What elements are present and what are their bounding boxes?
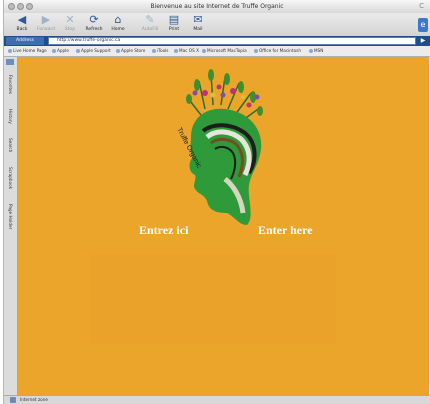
tab-favorites[interactable]: Favorites [5, 69, 16, 99]
favorite-link[interactable]: Live Home Page [8, 48, 47, 54]
tab-scrapbook[interactable]: Scrapbook [5, 161, 16, 195]
favorite-icon [8, 49, 12, 53]
favorite-icon [76, 49, 80, 53]
favorite-icon [309, 49, 313, 53]
favorites-bar: Live Home Page Apple Apple Support Apple… [4, 46, 430, 57]
favorite-icon [116, 49, 120, 53]
tab-search[interactable]: Search [5, 133, 16, 157]
forward-button[interactable]: ▶ Forward [34, 14, 58, 35]
back-label: Back [16, 27, 28, 32]
enter-english-link[interactable]: Enter here [258, 223, 313, 237]
autofill-button[interactable]: ✎ AutoFill [138, 14, 162, 35]
status-bar: Internet zone [4, 395, 430, 404]
autofill-icon: ✎ [145, 13, 155, 26]
favorite-icon [202, 49, 206, 53]
explorer-sidebar: Favorites History Search Scrapbook Page … [4, 57, 18, 396]
content-panel [90, 254, 336, 344]
address-input[interactable]: http://www.truffe-organic.ca [48, 37, 416, 45]
refresh-label: Refresh [85, 27, 103, 32]
favorite-link[interactable]: MSN [309, 48, 323, 54]
refresh-button[interactable]: ⟳ Refresh [82, 14, 106, 35]
refresh-icon: ⟳ [89, 13, 99, 26]
home-label: Home [111, 27, 125, 32]
back-arrow-icon: ◀ [17, 13, 27, 26]
stop-button[interactable]: ✕ Stop [58, 14, 82, 35]
mail-icon: ✉ [193, 13, 203, 26]
favorite-link[interactable]: Apple [52, 48, 69, 54]
favorite-link[interactable]: Mac OS X [174, 48, 199, 54]
favorite-link[interactable]: Apple Support [76, 48, 111, 54]
sidebar-toggle-icon[interactable] [6, 59, 14, 65]
status-text: Internet zone [20, 397, 48, 402]
ie-logo-icon[interactable]: e [418, 18, 428, 32]
forward-label: Forward [36, 27, 56, 32]
address-bar: Address http://www.truffe-organic.ca ▶ [4, 36, 430, 46]
title-bar: Bienvenue au site Internet de Truffe Org… [4, 0, 430, 14]
favorite-link[interactable]: Microsoft MacTopia [202, 48, 247, 54]
favorite-link[interactable]: Office for Macintosh [254, 48, 301, 54]
favorite-icon [174, 49, 178, 53]
browser-window: Bienvenue au site Internet de Truffe Org… [3, 0, 430, 404]
collapse-toolbar-button[interactable]: C [419, 1, 424, 12]
stop-label: Stop [64, 27, 76, 32]
print-label: Print [168, 27, 180, 32]
mail-button[interactable]: ✉ Mail [186, 14, 210, 35]
tab-page-holder[interactable]: Page Holder [5, 199, 16, 235]
stop-icon: ✕ [65, 13, 75, 26]
address-label: Address [6, 37, 44, 45]
page-content: Truffe Organic Entrez ici Enter here [18, 57, 429, 396]
tab-history[interactable]: History [5, 103, 16, 129]
favorite-icon [152, 49, 156, 53]
forward-arrow-icon: ▶ [41, 13, 51, 26]
print-button[interactable]: ▤ Print [162, 14, 186, 35]
favorite-icon [254, 49, 258, 53]
home-icon: ⌂ [114, 13, 122, 26]
home-button[interactable]: ⌂ Home [106, 14, 130, 35]
mail-label: Mail [193, 27, 203, 32]
enter-french-link[interactable]: Entrez ici [139, 223, 188, 237]
favorite-icon [52, 49, 56, 53]
truffe-organic-logo: Truffe Organic [175, 69, 263, 225]
print-icon: ▤ [168, 13, 180, 26]
autofill-label: AutoFill [141, 27, 159, 32]
window-title: Bienvenue au site Internet de Truffe Org… [150, 3, 284, 10]
go-arrow-icon[interactable]: ▶ [418, 37, 428, 45]
favorite-link[interactable]: iTools [152, 48, 168, 54]
back-button[interactable]: ◀ Back [10, 14, 34, 35]
toolbar: ◀ Back ▶ Forward ✕ Stop ⟳ Refresh ⌂ Home… [4, 13, 430, 37]
favorite-link[interactable]: Apple Store [116, 48, 145, 54]
globe-icon [10, 397, 16, 403]
